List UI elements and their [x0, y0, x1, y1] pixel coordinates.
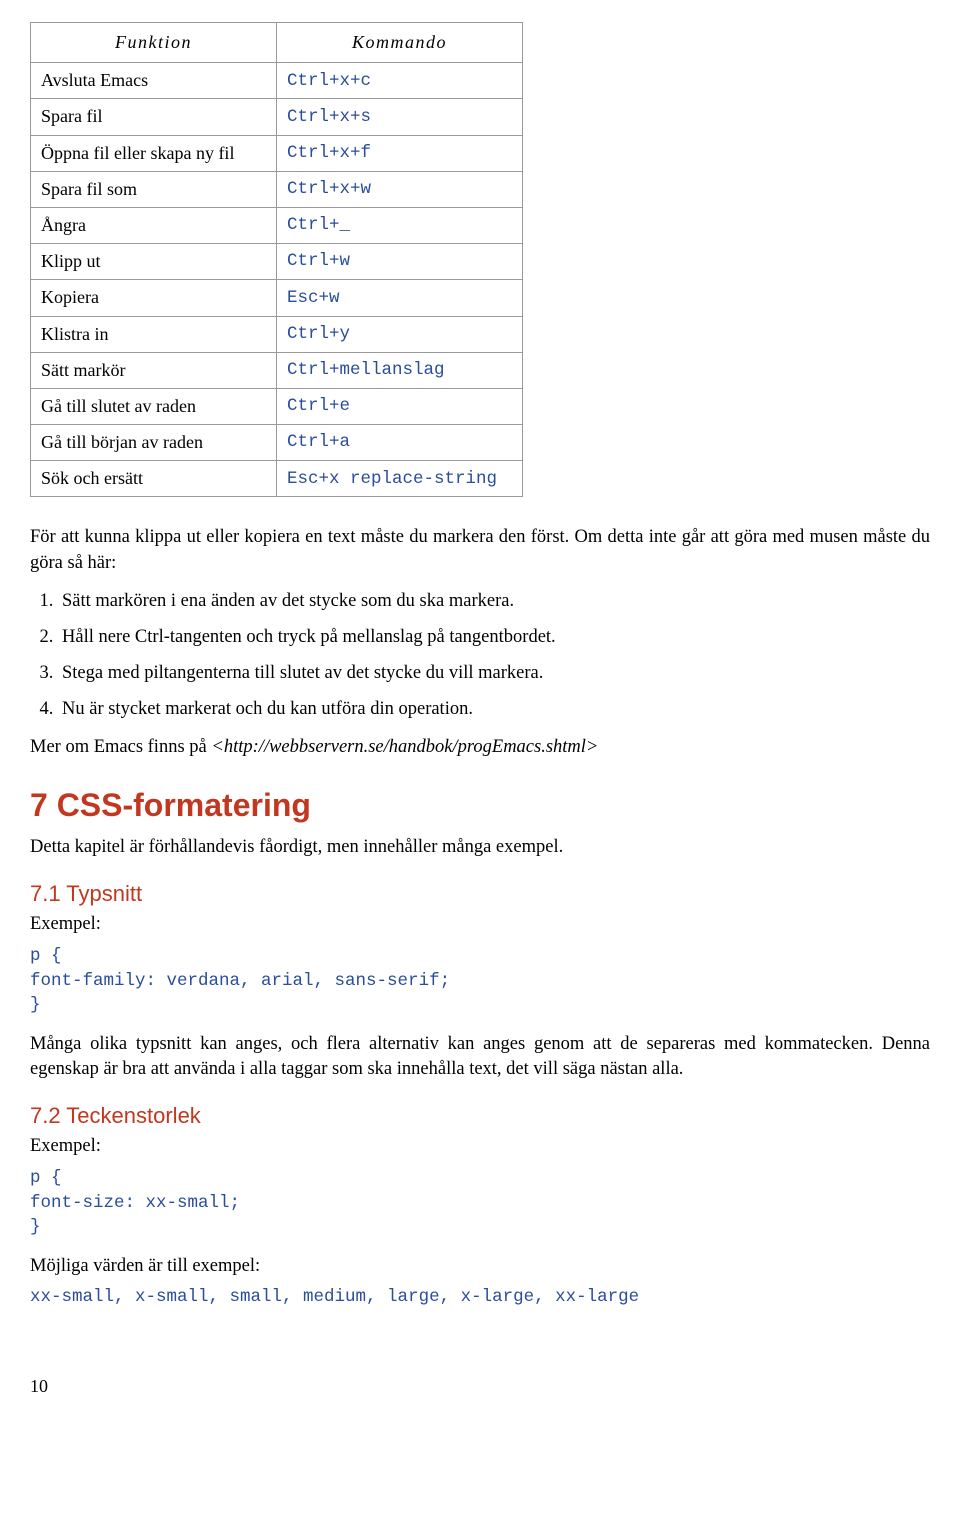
table-row: Avsluta EmacsCtrl+x+c: [31, 63, 523, 99]
table-header-cmd: Kommando: [277, 23, 523, 63]
intro-paragraph: För att kunna klippa ut eller kopiera en…: [30, 525, 930, 577]
table-row: Klistra inCtrl+y: [31, 316, 523, 352]
list-item: Nu är stycket markerat och du kan utföra…: [58, 697, 930, 723]
table-row: Spara filCtrl+x+s: [31, 99, 523, 135]
table-row: KopieraEsc+w: [31, 280, 523, 316]
sizes-paragraph: Möjliga värden är till exempel:: [30, 1254, 930, 1280]
code-block-font-family: p { font-family: verdana, arial, sans-se…: [30, 944, 930, 1018]
subsection-heading-typsnitt: 7.1 Typsnitt: [30, 879, 930, 910]
fonts-paragraph: Många olika typsnitt kan anges, och fler…: [30, 1032, 930, 1084]
more-info-text: Mer om Emacs finns på: [30, 737, 211, 757]
table-row: Gå till slutet av radenCtrl+e: [31, 388, 523, 424]
more-info-paragraph: Mer om Emacs finns på <http://webbserver…: [30, 735, 930, 761]
table-row: Öppna fil eller skapa ny filCtrl+x+f: [31, 135, 523, 171]
code-block-font-size: p { font-size: xx-small; }: [30, 1166, 930, 1240]
section-heading-css: 7 CSS-formatering: [30, 783, 930, 828]
code-block-size-values: xx-small, x-small, small, medium, large,…: [30, 1285, 930, 1310]
table-row: Sök och ersättEsc+x replace-string: [31, 461, 523, 497]
css-intro-paragraph: Detta kapitel är förhållandevis fåordigt…: [30, 835, 930, 861]
table-row: Spara fil somCtrl+x+w: [31, 171, 523, 207]
steps-list: Sätt markören i ena änden av det stycke …: [30, 589, 930, 723]
list-item: Håll nere Ctrl-tangenten och tryck på me…: [58, 625, 930, 651]
subsection-heading-teckenstorlek: 7.2 Teckenstorlek: [30, 1101, 930, 1132]
table-row: Gå till början av radenCtrl+a: [31, 425, 523, 461]
table-row: Sätt markörCtrl+mellanslag: [31, 352, 523, 388]
table-row: ÅngraCtrl+_: [31, 207, 523, 243]
list-item: Sätt markören i ena änden av det stycke …: [58, 589, 930, 615]
table-row: Klipp utCtrl+w: [31, 244, 523, 280]
example-label: Exempel:: [30, 912, 930, 938]
page-number: 10: [30, 1374, 48, 1399]
example-label: Exempel:: [30, 1134, 930, 1160]
emacs-shortcut-table: Funktion Kommando Avsluta EmacsCtrl+x+c …: [30, 22, 523, 497]
list-item: Stega med piltangenterna till slutet av …: [58, 661, 930, 687]
more-info-link: <http://webbservern.se/handbok/progEmacs…: [211, 737, 598, 757]
table-header-func: Funktion: [31, 23, 277, 63]
